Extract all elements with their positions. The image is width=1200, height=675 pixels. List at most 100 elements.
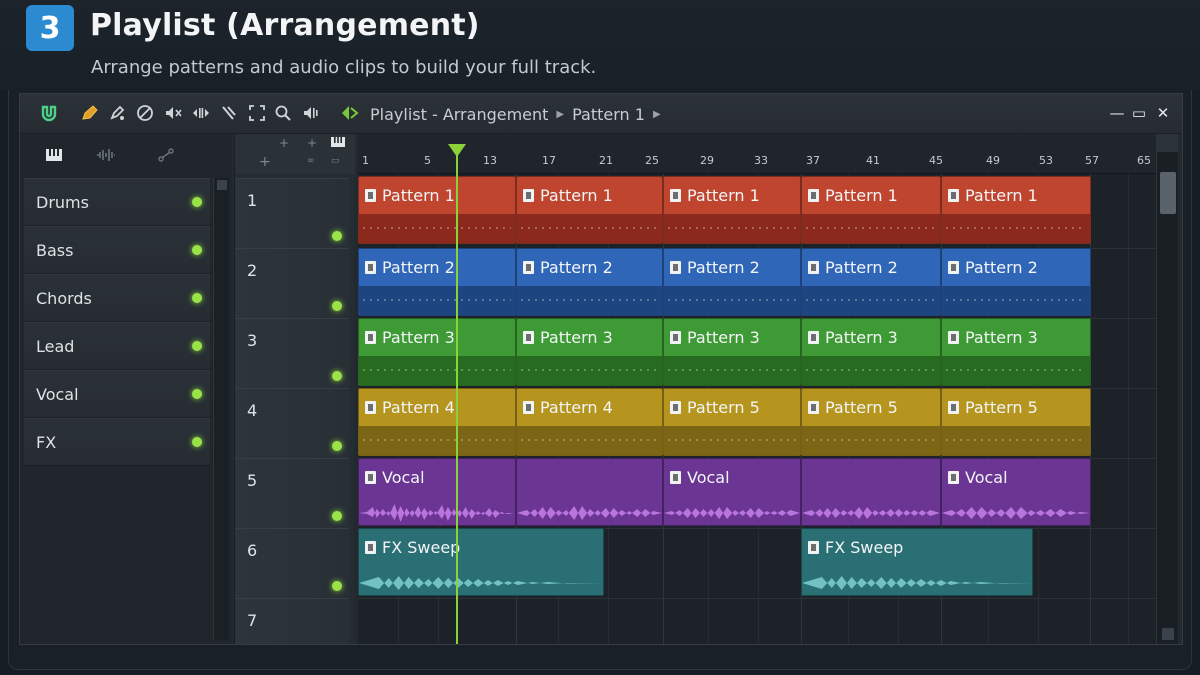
scroll-down-icon[interactable] [1162, 628, 1174, 640]
pattern-clip[interactable]: Pattern 4 [358, 388, 516, 456]
row-number: 3 [247, 331, 258, 350]
clip-label: Pattern 3 [965, 328, 1038, 347]
pattern-clip[interactable]: Pattern 1 [663, 176, 801, 244]
zoom-icon[interactable] [272, 102, 294, 124]
slice-icon[interactable] [218, 102, 240, 124]
track-item-drums[interactable]: Drums [24, 178, 210, 226]
playback-icon[interactable] [300, 102, 322, 124]
audio-clip[interactable] [801, 458, 941, 526]
pattern-clip[interactable]: Pattern 5 [663, 388, 801, 456]
playlist-grid[interactable]: 1 5 13 17 21 25 29 33 37 41 45 49 53 57 … [358, 134, 1156, 644]
pattern-clip[interactable]: Pattern 5 [801, 388, 941, 456]
close-button[interactable]: ✕ [1152, 102, 1174, 124]
track-label: Chords [36, 289, 92, 308]
row-enabled-led[interactable] [332, 581, 342, 591]
scroll-thumb[interactable] [1160, 172, 1176, 214]
pattern-clip[interactable]: Pattern 2 [801, 248, 941, 316]
add-track-icon[interactable]: + [259, 154, 271, 170]
audio-clip[interactable]: FX Sweep [801, 528, 1033, 596]
track-item-vocal[interactable]: Vocal [24, 370, 210, 418]
maximize-button[interactable]: ▭ [1128, 102, 1150, 124]
mute-icon[interactable] [162, 102, 184, 124]
track-enabled-led[interactable] [192, 341, 202, 351]
pattern-clip[interactable]: Pattern 3 [516, 318, 663, 386]
pattern-clip[interactable]: Pattern 1 [801, 176, 941, 244]
track-item-bass[interactable]: Bass [24, 226, 210, 274]
row-enabled-led[interactable] [332, 441, 342, 451]
track-browser: Drums Bass Chords Lead Vocal FX [20, 134, 232, 644]
piano-small-icon[interactable] [331, 136, 345, 151]
ruler-bar-label: 25 [645, 154, 659, 167]
select-icon[interactable] [246, 102, 268, 124]
pattern-clip[interactable]: Pattern 3 [941, 318, 1091, 386]
track-enabled-led[interactable] [192, 437, 202, 447]
row-enabled-led[interactable] [332, 511, 342, 521]
scroll-corner [1156, 134, 1178, 152]
pattern-clip[interactable]: Pattern 2 [663, 248, 801, 316]
clip-label: Pattern 1 [965, 186, 1038, 205]
slip-icon[interactable] [190, 102, 212, 124]
pencil-icon[interactable] [78, 102, 100, 124]
pattern-clip[interactable]: Pattern 2 [941, 248, 1091, 316]
pattern-clip[interactable]: Pattern 4 [516, 388, 663, 456]
grid-icon[interactable]: ▭ [331, 156, 340, 166]
audio-clip[interactable]: Vocal [358, 458, 516, 526]
scroll-up-icon[interactable] [217, 180, 227, 190]
track-item-fx[interactable]: FX [24, 418, 210, 466]
pattern-clip[interactable]: Pattern 5 [941, 388, 1091, 456]
pattern-clip[interactable]: Pattern 1 [941, 176, 1091, 244]
row-header-2[interactable]: 2 [235, 248, 349, 318]
add-icon[interactable]: + [279, 136, 289, 150]
chevron-right-icon[interactable]: ▶ [653, 109, 661, 120]
audio-clip[interactable]: Vocal [941, 458, 1091, 526]
ruler-bar-label: 53 [1039, 154, 1053, 167]
magnet-icon[interactable] [38, 102, 60, 124]
audio-clip[interactable]: Vocal [663, 458, 801, 526]
track-item-lead[interactable]: Lead [24, 322, 210, 370]
track-enabled-led[interactable] [192, 197, 202, 207]
row-enabled-led[interactable] [332, 371, 342, 381]
row-header-3[interactable]: 3 [235, 318, 349, 388]
track-label: Vocal [36, 385, 79, 404]
row-header-7[interactable]: 7 [235, 598, 349, 644]
link-icon[interactable]: ∞ [307, 156, 315, 166]
pattern-clip[interactable]: Pattern 1 [358, 176, 516, 244]
note-preview [806, 227, 936, 229]
audio-clip[interactable]: FX Sweep [358, 528, 604, 596]
piano-icon[interactable] [42, 144, 66, 166]
timeline-ruler[interactable]: 1 5 13 17 21 25 29 33 37 41 45 49 53 57 … [358, 134, 1156, 174]
pattern-clip[interactable]: Pattern 3 [358, 318, 516, 386]
row-header-1[interactable]: 1 [235, 178, 349, 248]
pattern-clip[interactable]: Pattern 3 [801, 318, 941, 386]
pattern-clip[interactable]: Pattern 3 [663, 318, 801, 386]
note-preview [806, 369, 936, 371]
paint-icon[interactable] [106, 102, 128, 124]
row-divider [358, 598, 1156, 599]
playhead[interactable] [456, 150, 458, 644]
row-header-6[interactable]: 6 [235, 528, 349, 598]
row-header-5[interactable]: 5 [235, 458, 349, 528]
breadcrumb-playlist[interactable]: Playlist - Arrangement [370, 105, 548, 124]
audio-clip[interactable] [516, 458, 663, 526]
minimize-button[interactable]: — [1106, 102, 1128, 124]
automation-icon[interactable] [154, 144, 178, 166]
row-enabled-led[interactable] [332, 231, 342, 241]
track-enabled-led[interactable] [192, 245, 202, 255]
playhead-marker-icon[interactable] [448, 144, 466, 157]
row-header-4[interactable]: 4 [235, 388, 349, 458]
waveform-icon[interactable] [94, 144, 118, 166]
track-item-chords[interactable]: Chords [24, 274, 210, 322]
vertical-scrollbar[interactable] [1156, 152, 1178, 644]
breadcrumb-pattern[interactable]: Pattern 1 [572, 105, 645, 124]
add-icon[interactable]: + [307, 136, 317, 150]
delete-icon[interactable] [134, 102, 156, 124]
track-enabled-led[interactable] [192, 293, 202, 303]
pattern-clip[interactable]: Pattern 2 [516, 248, 663, 316]
clip-label: Pattern 5 [687, 398, 760, 417]
ruler-bar-label: 49 [986, 154, 1000, 167]
track-enabled-led[interactable] [192, 389, 202, 399]
row-enabled-led[interactable] [332, 301, 342, 311]
browser-scrollbar[interactable] [213, 178, 229, 640]
pattern-clip[interactable]: Pattern 2 [358, 248, 516, 316]
pattern-clip[interactable]: Pattern 1 [516, 176, 663, 244]
